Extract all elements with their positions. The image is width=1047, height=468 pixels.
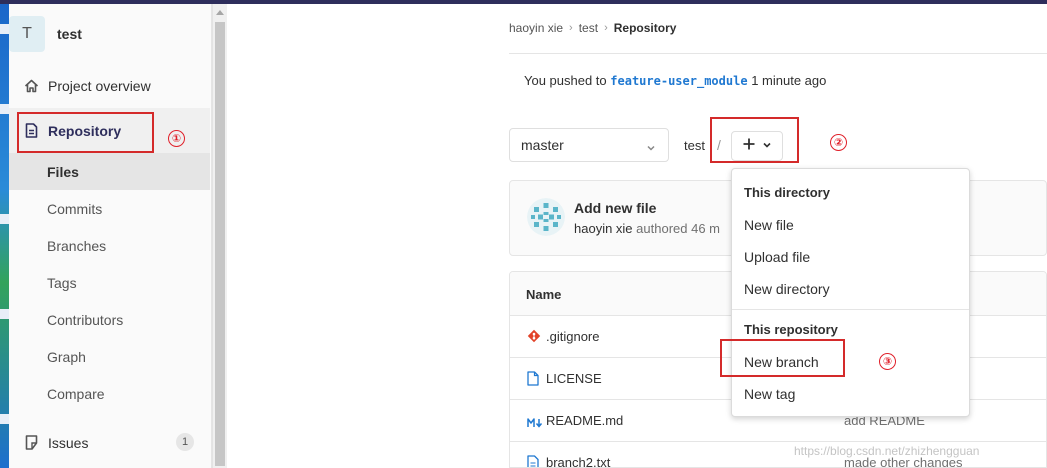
commit-title-link[interactable]: Add new file [574,200,656,216]
dropdown-section-this-directory: This directory [744,185,830,200]
annotation-number-3: ③ [879,353,896,370]
sidebar-subitem-commits[interactable]: Commits [9,190,210,227]
markdown-file-icon [527,415,543,433]
commit-author-avatar[interactable] [527,198,565,236]
breadcrumb-owner[interactable]: haoyin xie [509,21,563,35]
sidebar-item-label: Project overview [48,77,151,94]
sidebar-item-label: Issues [48,434,89,451]
sidebar-subitem-contributors[interactable]: Contributors [9,301,210,338]
scrollbar-thumb[interactable] [215,22,225,466]
annotation-box-repository [17,112,154,153]
sidebar-scrollbar[interactable] [212,4,227,468]
desktop-icon-fragment [0,309,9,319]
push-notice-time: 1 minute ago [751,73,827,88]
sidebar-subitem-tags[interactable]: Tags [9,264,210,301]
home-icon [23,78,39,94]
column-header-name: Name [526,287,562,302]
chevron-down-icon [646,140,656,156]
breadcrumb: haoyin xie › test › Repository [509,19,676,37]
issues-icon [23,435,39,451]
menu-item-upload-file[interactable]: Upload file [744,249,810,265]
project-avatar: T [9,16,45,52]
file-name-link[interactable]: LICENSE [546,371,602,386]
sidebar-subitem-graph[interactable]: Graph [9,338,210,375]
commit-author-link[interactable]: haoyin xie [574,221,633,236]
desktop-icon-fragment [0,24,9,34]
push-notice: You pushed to feature-user_module 1 minu… [524,73,826,88]
file-name-link[interactable]: branch2.txt [546,455,610,467]
chevron-right-icon: › [604,22,608,34]
watermark-text: https://blog.csdn.net/zhizhengguan [794,444,980,458]
desktop-background-strip [0,4,9,468]
gitignore-file-icon [527,329,541,348]
annotation-box-add-button [710,117,799,163]
menu-item-new-tag[interactable]: New tag [744,386,795,402]
branch-select[interactable]: master [509,128,669,162]
file-name-link[interactable]: README.md [546,413,623,428]
issues-count-badge: 1 [176,433,194,451]
annotation-number-1: ① [168,130,185,147]
menu-item-new-file[interactable]: New file [744,217,794,233]
scroll-up-arrow-icon[interactable] [216,10,224,15]
header-divider [509,53,1047,54]
push-notice-prefix: You pushed to [524,73,607,88]
project-header[interactable]: T test [9,16,82,52]
file-name-link[interactable]: .gitignore [546,329,599,344]
dropdown-divider [732,309,969,310]
sidebar-subitem-branches[interactable]: Branches [9,227,210,264]
chevron-right-icon: › [569,22,573,34]
file-icon [527,455,539,467]
dropdown-section-this-repository: This repository [744,322,838,337]
desktop-icon-fragment [0,414,9,424]
branch-select-value: master [521,137,564,153]
commit-meta: haoyin xie authored 46 m [574,221,720,236]
menu-item-new-directory[interactable]: New directory [744,281,830,297]
sidebar-item-project-overview[interactable]: Project overview [9,67,210,104]
annotation-number-2: ② [830,134,847,151]
breadcrumb-current[interactable]: Repository [614,21,677,35]
push-notice-branch-link[interactable]: feature-user_module [610,74,747,88]
desktop-icon-fragment [0,104,9,114]
breadcrumb-project[interactable]: test [579,21,598,35]
commit-time: authored 46 m [636,221,721,236]
add-dropdown-menu: This directory New file Upload file New … [731,168,970,417]
desktop-icon-fragment [0,214,9,224]
repo-path-link[interactable]: test [684,138,705,153]
file-icon [527,371,539,391]
sidebar-subitem-files[interactable]: Files [9,153,210,190]
sidebar-subitem-compare[interactable]: Compare [9,375,210,412]
sidebar-item-issues[interactable]: Issues 1 [9,424,210,461]
annotation-box-new-branch [720,339,845,377]
project-name[interactable]: test [57,26,82,42]
